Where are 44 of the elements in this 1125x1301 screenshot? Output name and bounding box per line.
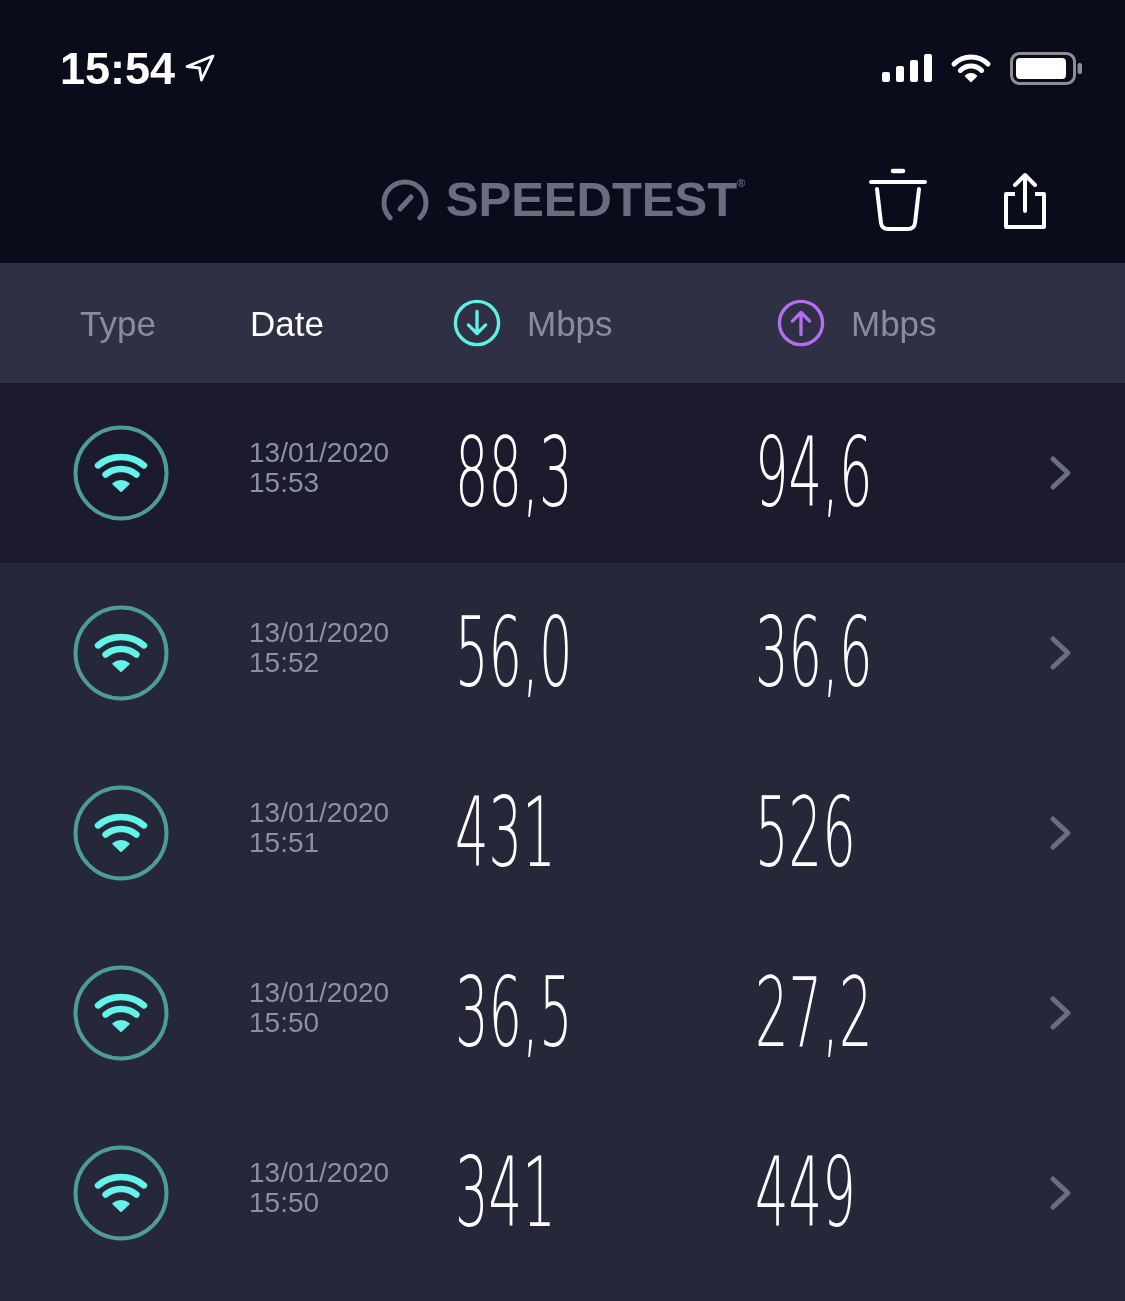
time-text: 15:50: [249, 1008, 320, 1038]
chevron-right-icon: [1049, 1175, 1073, 1211]
upload-speed: 27,2: [755, 965, 873, 1061]
time-text: 15:53: [249, 468, 320, 498]
chevron-right-icon: [1049, 815, 1073, 851]
upload-speed: 449: [755, 1145, 856, 1241]
download-speed: 88,3: [455, 425, 573, 521]
download-speed: 341: [455, 1145, 556, 1241]
download-speed: 36,5: [455, 965, 573, 1061]
chevron-right-icon: [1049, 635, 1073, 671]
gauge-icon: [379, 177, 430, 222]
upload-speed: 94,6: [755, 425, 873, 521]
chevron-right-icon: [1049, 995, 1073, 1031]
column-header[interactable]: Mbps: [777, 299, 937, 347]
date-text: 13/01/2020: [249, 1158, 390, 1188]
battery-icon: [1010, 51, 1082, 85]
date-text: 13/01/2020: [249, 978, 390, 1008]
chevron-right-icon: [1049, 455, 1073, 491]
trash-icon[interactable]: [869, 167, 927, 232]
location-arrow-icon: [185, 54, 216, 82]
date-text: 13/01/2020: [249, 798, 390, 828]
column-header[interactable]: Date: [250, 305, 324, 341]
wifi-signal-icon: [950, 53, 992, 83]
column-header[interactable]: Type: [80, 305, 156, 341]
logo-text: SPEEDTEST$^{®}$: [445, 175, 746, 224]
time-text: 15:52: [249, 648, 320, 678]
column-header[interactable]: Mbps: [453, 299, 613, 347]
share-icon[interactable]: [1002, 170, 1048, 229]
date-text: 13/01/2020: [249, 438, 390, 468]
wifi-icon: [73, 1145, 169, 1241]
wifi-icon: [73, 425, 169, 521]
download-speed: 431: [455, 785, 556, 881]
upload-speed: 526: [755, 785, 856, 881]
wifi-icon: [73, 965, 169, 1061]
status-time: 15:54: [60, 45, 176, 91]
download-speed: 56,0: [455, 605, 573, 701]
time-text: 15:50: [249, 1188, 320, 1218]
time-text: 15:51: [249, 828, 320, 858]
signal-icon: [882, 54, 932, 82]
history-row[interactable]: 13/01/2020 15:53 88,3 94,6: [0, 383, 1125, 563]
upload-speed: 36,6: [755, 605, 873, 701]
wifi-icon: [73, 605, 169, 701]
date-text: 13/01/2020: [249, 618, 390, 648]
wifi-icon: [73, 785, 169, 881]
